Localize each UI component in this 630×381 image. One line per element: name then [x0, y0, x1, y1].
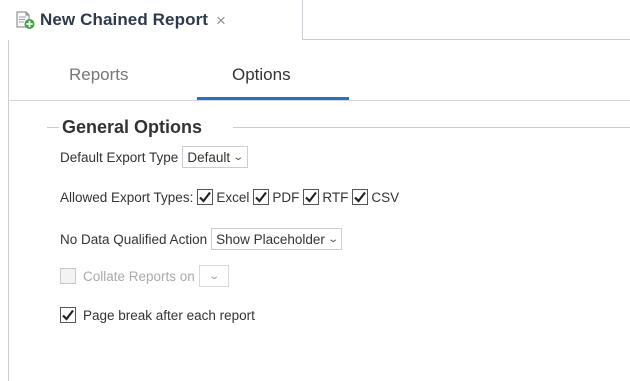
tab-reports[interactable]: Reports [69, 65, 129, 85]
chevron-down-icon: ⌄ [327, 233, 339, 245]
active-tab-indicator [197, 97, 349, 100]
allowed-export-types-label: Allowed Export Types: [60, 189, 194, 205]
page-break-row: Page break after each report [60, 307, 255, 323]
options-subtabs: Reports Options [8, 40, 630, 101]
csv-checkbox[interactable] [352, 189, 369, 205]
default-export-type-value: Default [187, 149, 231, 165]
no-data-action-row: No Data Qualified Action Show Placeholde… [60, 228, 343, 250]
no-data-action-select[interactable]: Show Placeholder ⌄ [211, 228, 343, 250]
fieldset-border-right [233, 127, 630, 128]
chevron-down-icon: ⌄ [232, 151, 245, 163]
collate-reports-checkbox[interactable] [60, 268, 76, 284]
collate-reports-label: Collate Reports on [83, 268, 195, 284]
page-break-checkbox[interactable] [60, 307, 76, 323]
default-export-type-row: Default Export Type Default ⌄ [60, 146, 248, 168]
fieldset-border-left [47, 127, 59, 128]
chevron-down-icon: ⌄ [207, 270, 220, 282]
rtf-label: RTF [322, 189, 349, 205]
close-icon[interactable]: × [216, 12, 226, 29]
page-break-label: Page break after each report [83, 307, 255, 323]
new-report-icon [14, 10, 36, 30]
default-export-type-select[interactable]: Default ⌄ [182, 146, 248, 168]
excel-label: Excel [216, 189, 250, 205]
general-options-legend: General Options [62, 117, 203, 137]
document-tab-strip: New Chained Report × [8, 0, 630, 40]
default-export-type-label: Default Export Type [60, 149, 179, 165]
pdf-label: PDF [272, 189, 300, 205]
excel-checkbox[interactable] [197, 189, 214, 205]
document-tab-title: New Chained Report [40, 10, 209, 29]
collate-reports-row: Collate Reports on ⌄ [60, 265, 229, 287]
tab-options[interactable]: Options [232, 65, 291, 85]
document-tab[interactable]: New Chained Report × [8, 0, 303, 40]
collate-reports-select[interactable]: ⌄ [198, 265, 229, 287]
csv-label: CSV [371, 189, 400, 205]
no-data-action-label: No Data Qualified Action [60, 231, 208, 247]
no-data-action-value: Show Placeholder [216, 231, 325, 247]
allowed-export-types-row: Allowed Export Types: Excel PDF RTF CSV [60, 189, 403, 205]
rtf-checkbox[interactable] [303, 189, 320, 205]
pdf-checkbox[interactable] [253, 189, 270, 205]
